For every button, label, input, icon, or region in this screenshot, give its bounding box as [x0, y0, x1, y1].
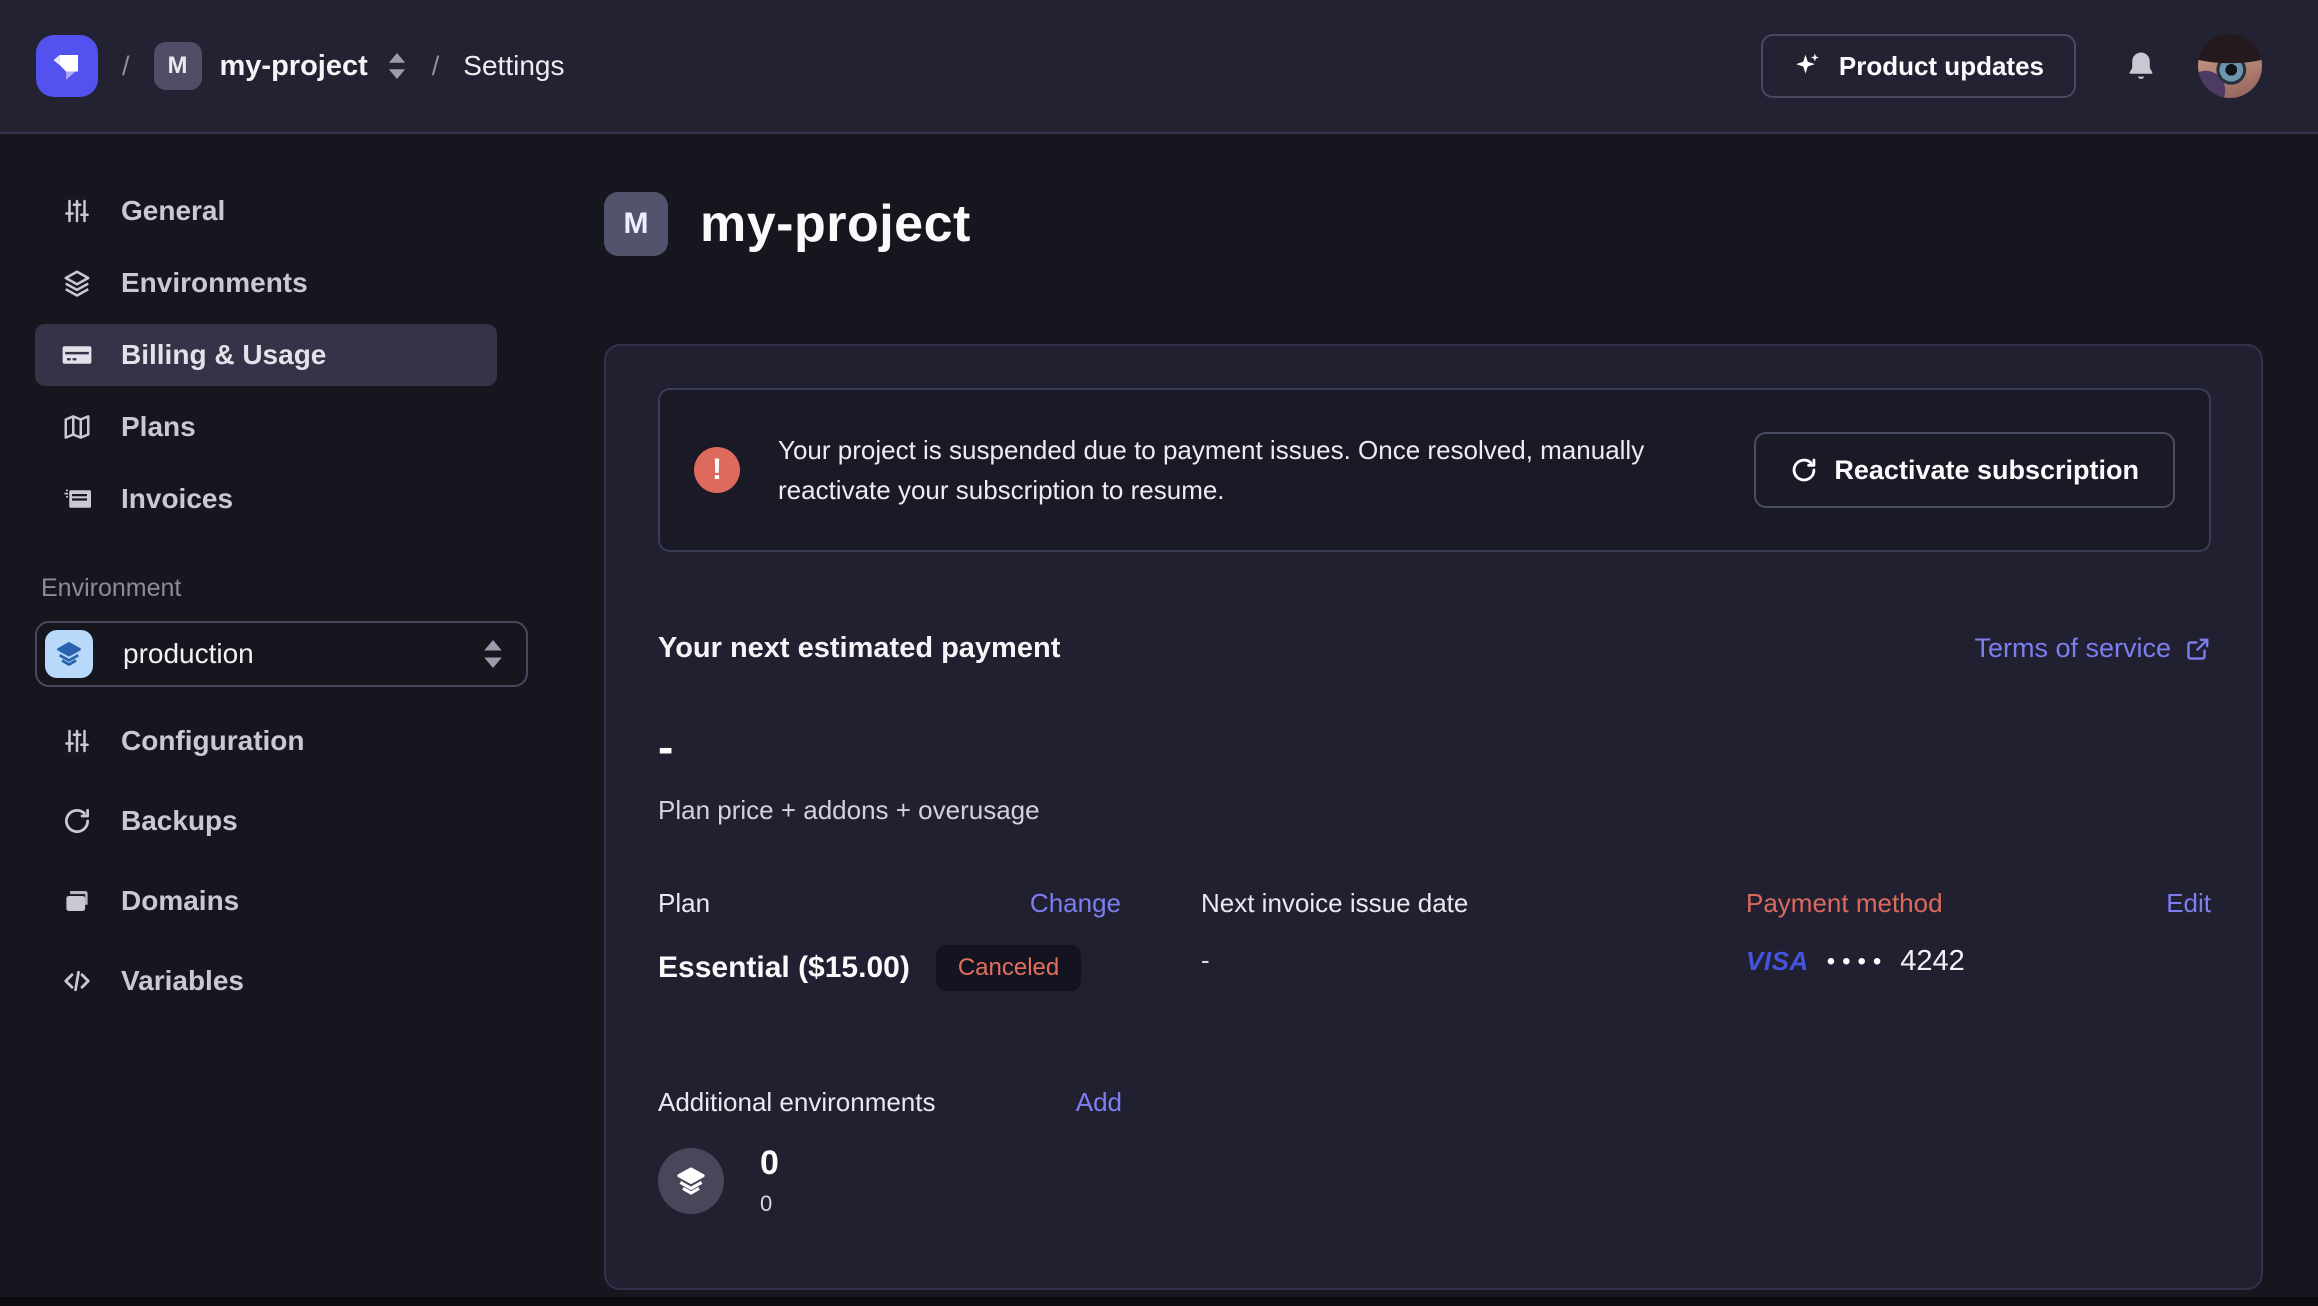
- next-invoice-label: Next invoice issue date: [1201, 888, 1468, 919]
- app-logo[interactable]: [36, 35, 98, 97]
- sidebar-item-invoices[interactable]: Invoices: [35, 468, 497, 530]
- rotate-icon: [1790, 456, 1818, 484]
- rotate-icon: [61, 806, 93, 836]
- sidebar-item-label: Invoices: [121, 483, 233, 515]
- suspension-message: Your project is suspended due to payment…: [778, 430, 1658, 510]
- sidebar-item-label: Backups: [121, 805, 238, 837]
- breadcrumb-settings: Settings: [463, 50, 564, 82]
- external-link-icon: [2185, 636, 2211, 662]
- environment-layers-icon: [45, 630, 93, 678]
- visa-brand-mark: VISA: [1746, 946, 1809, 977]
- environment-subcount-value: 0: [760, 1191, 779, 1217]
- edit-payment-method-link[interactable]: Edit: [2166, 888, 2211, 919]
- next-invoice-value: -: [1201, 945, 1210, 976]
- sidebar-item-environments[interactable]: Environments: [35, 252, 497, 314]
- chevron-sort-icon: [482, 640, 504, 668]
- map-icon: [61, 412, 93, 442]
- sidebar-item-label: Environments: [121, 267, 308, 299]
- product-updates-button[interactable]: Product updates: [1761, 34, 2076, 98]
- logo-glyph: [45, 44, 89, 88]
- sidebar-item-label: General: [121, 195, 225, 227]
- payment-section-header: Your next estimated payment Terms of ser…: [658, 632, 2211, 665]
- environment-count-row: 0 0: [658, 1144, 2211, 1217]
- payment-method-column: Payment method Edit VISA •••• 4242: [1746, 888, 2211, 991]
- sidebar-item-domains[interactable]: Domains: [35, 869, 497, 933]
- sidebar-item-billing-usage[interactable]: Billing & Usage: [35, 324, 497, 386]
- stacked-folders-icon: [61, 886, 93, 916]
- plan-value: Essential ($15.00): [658, 951, 910, 985]
- payment-method-label: Payment method: [1746, 888, 1943, 919]
- code-icon: [61, 966, 93, 996]
- sidebar-item-label: Billing & Usage: [121, 339, 326, 371]
- product-updates-label: Product updates: [1839, 51, 2044, 82]
- additional-environments-label: Additional environments: [658, 1087, 936, 1118]
- sliders-icon: [61, 196, 93, 226]
- page-title-row: M my-project: [604, 192, 2318, 256]
- page-title: my-project: [700, 194, 971, 254]
- invoice-column: Next invoice issue date -: [1201, 888, 1666, 991]
- sidebar-item-label: Plans: [121, 411, 196, 443]
- sidebar-item-plans[interactable]: Plans: [35, 396, 497, 458]
- change-plan-link[interactable]: Change: [1030, 888, 1121, 919]
- terms-label: Terms of service: [1974, 633, 2171, 664]
- card-number-dots: ••••: [1827, 948, 1889, 976]
- billing-columns: Plan Change Essential ($15.00) Canceled …: [658, 888, 2211, 991]
- suspension-banner: ! Your project is suspended due to payme…: [658, 388, 2211, 552]
- sidebar-item-backups[interactable]: Backups: [35, 789, 497, 853]
- environment-selected-value: production: [123, 638, 254, 670]
- user-avatar[interactable]: [2198, 34, 2262, 98]
- sliders-icon: [61, 726, 93, 756]
- reactivate-subscription-button[interactable]: Reactivate subscription: [1754, 432, 2175, 508]
- breadcrumb-separator: /: [122, 51, 130, 82]
- next-payment-heading: Your next estimated payment: [658, 632, 1060, 665]
- breadcrumb-project[interactable]: M my-project: [154, 42, 408, 90]
- estimated-amount-value: -: [658, 727, 2211, 767]
- breadcrumb-separator: /: [432, 51, 440, 82]
- main-content: M my-project ! Your project is suspended…: [604, 134, 2318, 1298]
- environment-selector[interactable]: production: [35, 621, 528, 687]
- top-navbar: / M my-project / Settings Product update…: [0, 0, 2318, 134]
- billing-card: ! Your project is suspended due to payme…: [604, 344, 2263, 1290]
- sparkles-icon: [1793, 51, 1823, 81]
- invoice-icon: [61, 484, 93, 514]
- credit-card-icon: [61, 340, 93, 370]
- notifications-bell-icon[interactable]: [2124, 49, 2158, 83]
- plan-label: Plan: [658, 888, 710, 919]
- environment-count-value: 0: [760, 1144, 779, 1183]
- card-last4: 4242: [1900, 945, 1965, 978]
- settings-sidebar: General Environments Billing & Usage: [0, 134, 604, 1298]
- plan-column: Plan Change Essential ($15.00) Canceled: [658, 888, 1121, 991]
- canceled-status-badge: Canceled: [936, 945, 1081, 991]
- payment-formula: Plan price + addons + overusage: [658, 795, 2211, 826]
- chevron-sort-icon: [386, 53, 408, 79]
- sidebar-item-general[interactable]: General: [35, 180, 497, 242]
- reactivate-label: Reactivate subscription: [1834, 455, 2139, 486]
- project-name: my-project: [220, 50, 368, 83]
- alert-icon: !: [694, 447, 740, 493]
- terms-of-service-link[interactable]: Terms of service: [1974, 633, 2211, 664]
- additional-environments-header: Additional environments Add: [658, 1087, 1122, 1118]
- add-environment-link[interactable]: Add: [1076, 1087, 1122, 1118]
- layers-icon: [61, 268, 93, 298]
- project-chip: M: [604, 192, 668, 256]
- environment-section-label: Environment: [41, 574, 604, 603]
- sidebar-item-label: Variables: [121, 965, 244, 997]
- sidebar-item-label: Configuration: [121, 725, 305, 757]
- project-chip: M: [154, 42, 202, 90]
- window-bottom-edge: [0, 1297, 2318, 1306]
- sidebar-item-configuration[interactable]: Configuration: [35, 709, 497, 773]
- sidebar-item-variables[interactable]: Variables: [35, 949, 497, 1013]
- environment-counts: 0 0: [760, 1144, 779, 1217]
- layers-badge-icon: [658, 1148, 724, 1214]
- sidebar-item-label: Domains: [121, 885, 239, 917]
